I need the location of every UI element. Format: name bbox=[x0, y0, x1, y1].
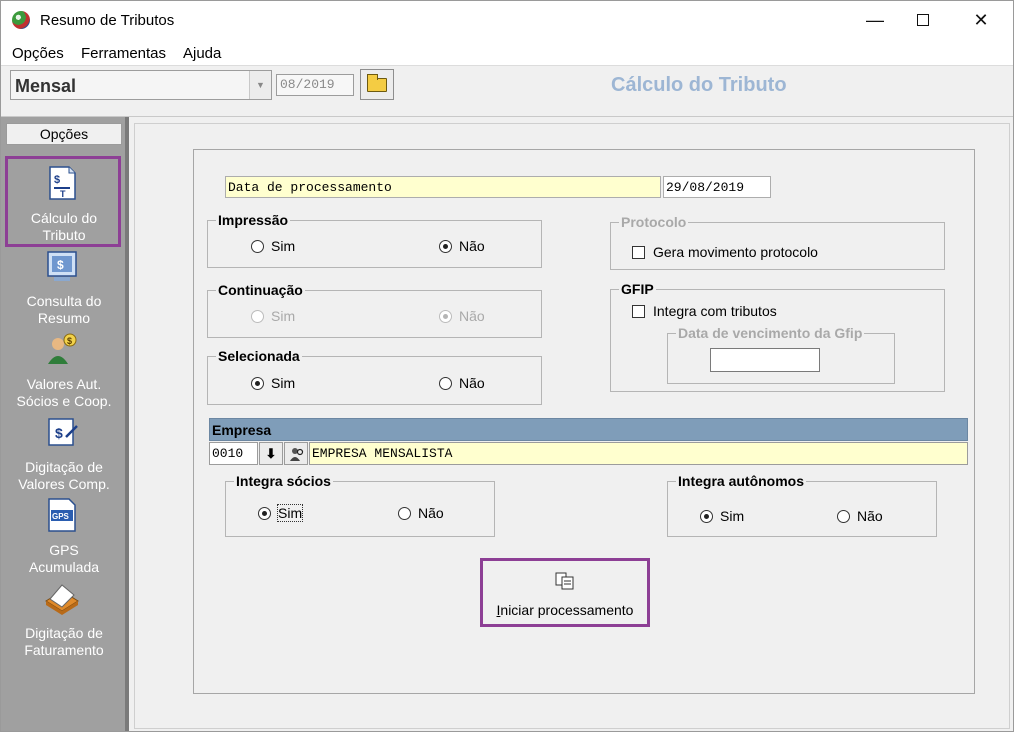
integra-socios-nao-radio[interactable]: Não bbox=[398, 505, 444, 521]
checkbox-icon bbox=[632, 304, 645, 318]
app-icon bbox=[12, 11, 30, 29]
sidebar-item-digitacao-valores[interactable]: $ Digitação de Valores Comp. bbox=[4, 409, 124, 492]
impressao-legend: Impressão bbox=[218, 212, 289, 228]
empresa-code-input[interactable]: 0010 bbox=[209, 442, 258, 465]
svg-text:$: $ bbox=[57, 258, 64, 272]
selecionada-nao-radio[interactable]: Não bbox=[439, 375, 485, 391]
radio-label: Sim bbox=[271, 308, 296, 324]
empresa-header: Empresa bbox=[209, 418, 968, 441]
radio-label: Não bbox=[857, 508, 883, 524]
menu-ferramentas[interactable]: Ferramentas bbox=[81, 45, 166, 62]
period-select[interactable]: Mensal ▼ bbox=[10, 70, 272, 100]
radio-label: Não bbox=[418, 505, 444, 521]
radio-checked-icon bbox=[439, 239, 452, 253]
valores-autonomos-icon: $ bbox=[48, 333, 77, 364]
menu-opcoes[interactable]: Opções bbox=[12, 45, 64, 62]
close-icon[interactable]: ✕ bbox=[958, 4, 1004, 36]
radio-label: Não bbox=[459, 238, 485, 254]
radio-icon bbox=[398, 506, 411, 520]
svg-text:$: $ bbox=[55, 425, 63, 441]
radio-label: Sim bbox=[271, 238, 296, 254]
minimize-icon[interactable]: — bbox=[852, 4, 898, 36]
highlight-frame bbox=[480, 558, 650, 627]
sidebar-item-label: Digitação de Valores Comp. bbox=[18, 459, 110, 492]
gfip-due-date-input[interactable] bbox=[710, 348, 820, 372]
integra-autonomos-legend: Integra autônomos bbox=[678, 473, 805, 489]
radio-checked-icon bbox=[439, 309, 452, 323]
menu-ajuda[interactable]: Ajuda bbox=[183, 45, 221, 62]
sidebar-item-valores-autonomos[interactable]: $ Valores Aut. Sócios e Coop. bbox=[4, 326, 124, 409]
continuacao-legend: Continuação bbox=[218, 282, 303, 298]
radio-icon bbox=[837, 509, 850, 523]
person-search-icon bbox=[290, 447, 304, 461]
gera-movimento-protocolo-checkbox[interactable]: Gera movimento protocolo bbox=[632, 244, 818, 260]
continuacao-sim-radio[interactable]: Sim bbox=[251, 308, 295, 324]
radio-label: Sim bbox=[720, 508, 745, 524]
empresa-name-field: EMPRESA MENSALISTA bbox=[309, 442, 968, 465]
selecionada-legend: Selecionada bbox=[218, 348, 300, 364]
sidebar-item-gps-acumulada[interactable]: GPS GPS Acumulada bbox=[4, 492, 124, 575]
checkbox-label: Gera movimento protocolo bbox=[653, 244, 818, 260]
integra-autonomos-group: Integra autônomos bbox=[667, 473, 937, 537]
open-folder-button[interactable] bbox=[360, 69, 394, 100]
integra-autonomos-sim-radio[interactable]: Sim bbox=[700, 508, 744, 524]
svg-text:$: $ bbox=[67, 336, 72, 346]
processing-date-input[interactable]: 29/08/2019 bbox=[663, 176, 771, 198]
empresa-lookup-button[interactable]: ⬇ bbox=[259, 442, 283, 465]
radio-icon bbox=[251, 309, 264, 323]
radio-label: Não bbox=[459, 308, 485, 324]
sidebar-item-label: Digitação de Faturamento bbox=[24, 625, 104, 658]
protocolo-group: Protocolo bbox=[610, 214, 945, 270]
gfip-vencimento-legend: Data de vencimento da Gfip bbox=[678, 325, 863, 341]
highlight-frame bbox=[5, 156, 121, 247]
maximize-icon[interactable] bbox=[900, 4, 946, 36]
radio-checked-icon bbox=[700, 509, 713, 523]
radio-label: Sim bbox=[276, 504, 304, 522]
download-arrow-icon: ⬇ bbox=[265, 445, 277, 461]
checkbox-label: Integra com tributos bbox=[653, 303, 777, 319]
sidebar-item-label: Valores Aut. Sócios e Coop. bbox=[16, 376, 112, 409]
faturamento-icon bbox=[45, 584, 79, 615]
digitacao-valores-icon: $ bbox=[48, 418, 78, 446]
impressao-nao-radio[interactable]: Não bbox=[439, 238, 485, 254]
integra-tributos-checkbox[interactable]: Integra com tributos bbox=[632, 303, 777, 319]
processing-date-label: Data de processamento bbox=[225, 176, 661, 198]
empresa-search-button[interactable] bbox=[284, 442, 308, 465]
sidebar-item-label: GPS Acumulada bbox=[28, 542, 100, 575]
svg-text:GPS: GPS bbox=[52, 512, 70, 521]
chevron-down-icon[interactable]: ▼ bbox=[249, 71, 271, 99]
radio-checked-icon bbox=[258, 506, 271, 520]
continuacao-nao-radio[interactable]: Não bbox=[439, 308, 485, 324]
gps-icon: GPS bbox=[48, 498, 76, 532]
protocolo-legend: Protocolo bbox=[621, 214, 687, 230]
sidebar-item-label: Consulta do Resumo bbox=[26, 293, 102, 326]
radio-label: Sim bbox=[271, 375, 296, 391]
impressao-sim-radio[interactable]: Sim bbox=[251, 238, 295, 254]
page-title: Cálculo do Tributo bbox=[611, 74, 787, 96]
radio-icon bbox=[439, 376, 452, 390]
integra-socios-sim-radio[interactable]: Sim bbox=[258, 504, 304, 522]
integra-socios-legend: Integra sócios bbox=[236, 473, 331, 489]
sidebar-item-consulta-resumo[interactable]: $ Consulta do Resumo bbox=[4, 243, 124, 326]
checkbox-icon bbox=[632, 245, 645, 259]
gfip-legend: GFIP bbox=[621, 281, 654, 297]
sidebar-item-faturamento[interactable]: Digitação de Faturamento bbox=[4, 575, 124, 658]
radio-icon bbox=[251, 239, 264, 253]
window-title: Resumo de Tributos bbox=[40, 12, 175, 29]
selecionada-sim-radio[interactable]: Sim bbox=[251, 375, 295, 391]
integra-autonomos-nao-radio[interactable]: Não bbox=[837, 508, 883, 524]
consulta-resumo-icon: $ bbox=[47, 251, 77, 281]
month-input[interactable]: 08/2019 bbox=[276, 74, 354, 96]
sidebar-header[interactable]: Opções bbox=[6, 123, 122, 145]
radio-label: Não bbox=[459, 375, 485, 391]
radio-checked-icon bbox=[251, 376, 264, 390]
period-value: Mensal bbox=[15, 76, 77, 96]
folder-icon bbox=[367, 73, 387, 92]
